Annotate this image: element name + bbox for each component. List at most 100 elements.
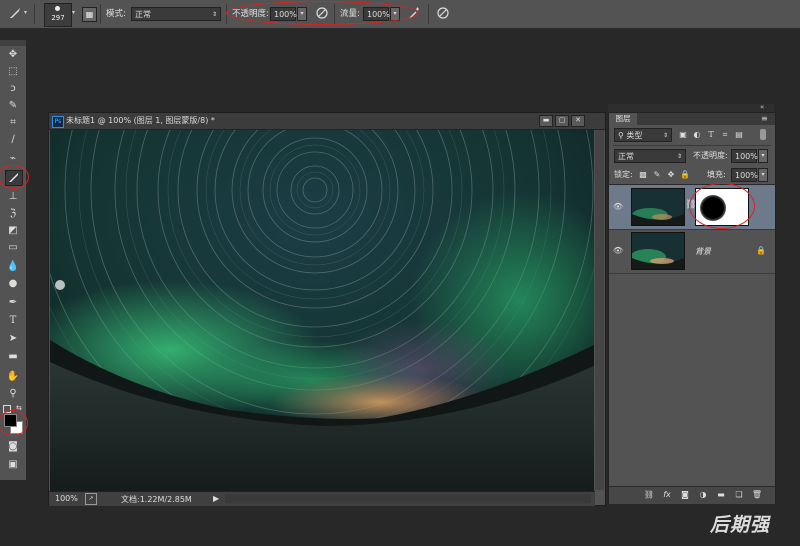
path-selection-tool-icon[interactable]: ➤	[5, 332, 21, 346]
fill-input[interactable]: 100%	[731, 168, 758, 182]
filter-pixel-icon[interactable]: ▣	[677, 129, 689, 141]
lock-image-icon[interactable]: ✎	[651, 169, 663, 181]
brush-size-value: 297	[51, 14, 65, 22]
new-layer-icon[interactable]: ❏	[733, 489, 745, 501]
lock-all-icon[interactable]: 🔒	[679, 169, 691, 181]
lasso-tool-icon[interactable]: ↄ	[5, 82, 21, 96]
mode-select[interactable]: 正常 ⇕	[131, 7, 221, 21]
mode-select-value: 正常	[135, 10, 151, 19]
panel-menu-icon[interactable]: ≡	[761, 113, 768, 125]
history-brush-tool-icon[interactable]: ℨ	[5, 207, 21, 221]
crop-tool-icon[interactable]: ⌗	[5, 116, 21, 130]
panel-collapse-bar[interactable]: «	[608, 103, 774, 112]
lock-transparent-icon[interactable]: ▩	[637, 169, 649, 181]
ps-logo-icon: Ps	[52, 116, 64, 128]
vertical-scrollbar[interactable]	[595, 130, 604, 490]
eyedropper-tool-icon[interactable]: ∕	[5, 133, 21, 147]
clone-stamp-tool-icon[interactable]: ⊥	[5, 190, 21, 204]
background-lock-icon: 🔒	[756, 246, 766, 255]
brush-tool-preset-icon[interactable]	[8, 6, 22, 20]
new-group-icon[interactable]: ▬	[715, 489, 727, 501]
type-tool-icon[interactable]: T	[5, 314, 21, 328]
highlight-ellipse-options	[226, 1, 419, 25]
quick-mask-icon[interactable]: ◙	[5, 440, 21, 454]
delete-layer-icon[interactable]: 🗑	[751, 489, 763, 501]
mode-label: 模式:	[106, 9, 126, 19]
tools-panel: ✥ ⬚ ↄ ✎ ⌗ ∕ ⌁ ⊥ ℨ ◩ ▭ 💧 ● ✒ T ➤ ▬ ✋ ⚲ ⇆ …	[0, 40, 29, 480]
brush-panel-toggle-icon[interactable]: ▦	[82, 7, 97, 22]
image-canvas[interactable]	[50, 130, 594, 493]
background-thumbnail[interactable]	[631, 232, 685, 270]
toolbar-grip[interactable]	[0, 40, 26, 46]
adjustment-layer-icon[interactable]: ◑	[697, 489, 709, 501]
layer-thumbnail[interactable]	[631, 188, 685, 226]
layer-opacity-input[interactable]: 100%	[731, 149, 758, 163]
layers-panel: 图层 ≡ ⚲ 类型 ⇕ ▣ ◐ T ⌗ ▤ 正常 ⇕ 不透明度: 100% ▾ …	[608, 112, 776, 504]
screen-mode-icon[interactable]: ▣	[5, 458, 21, 472]
collapse-panels-icon[interactable]: «	[760, 103, 764, 111]
restore-button[interactable]: ▢	[555, 115, 569, 127]
hand-tool-icon[interactable]: ✋	[5, 370, 21, 384]
layer-visibility-eye-icon[interactable]: 👁	[612, 201, 624, 213]
blur-tool-icon[interactable]: 💧	[5, 260, 21, 274]
brush-tip-dot-icon	[55, 6, 60, 11]
eraser-tool-icon[interactable]: ◩	[5, 224, 21, 238]
background-layer-name[interactable]: 背景	[695, 246, 711, 257]
layers-panel-footer: ⛓ fx ◙ ◑ ▬ ❏ 🗑	[609, 486, 775, 504]
zoom-tool-icon[interactable]: ⚲	[5, 387, 21, 401]
brush-preset-dropdown-icon[interactable]: ▾	[72, 9, 75, 16]
star-trail-photo	[50, 130, 594, 493]
close-button[interactable]: ✕	[571, 115, 585, 127]
filter-toggle-switch[interactable]	[760, 129, 766, 140]
pen-tool-icon[interactable]: ✒	[5, 296, 21, 310]
document-window: Ps 未标题1 @ 100% (图层 1, 图层蒙版/8) * ▬ ▢ ✕ 10…	[48, 112, 606, 506]
right-dock-strip	[776, 104, 800, 502]
layer-row-background[interactable]: 👁 背景 🔒	[609, 229, 775, 274]
quick-selection-tool-icon[interactable]: ✎	[5, 99, 21, 113]
options-bar: ▾ 297 ▾ ▦ 模式: 正常 ⇕ 不透明度: 100% ▾ 流量: 100%…	[0, 0, 800, 29]
layer-opacity-label: 不透明度:	[693, 151, 728, 160]
watermark-logo: 后期强	[710, 514, 771, 536]
horizontal-scrollbar[interactable]	[225, 494, 591, 503]
filter-arrow-icon: ⇕	[662, 132, 668, 139]
blend-mode-arrow-icon: ⇕	[676, 153, 682, 160]
background-visibility-eye-icon[interactable]: 👁	[612, 245, 624, 257]
marquee-tool-icon[interactable]: ⬚	[5, 65, 21, 79]
highlight-ellipse-colors	[0, 410, 28, 436]
brush-preset-picker[interactable]: 297	[44, 3, 72, 27]
share-icon[interactable]: ↗	[85, 493, 97, 505]
move-tool-icon[interactable]: ✥	[5, 48, 21, 62]
layer-style-fx-icon[interactable]: fx	[661, 489, 673, 501]
blend-mode-select[interactable]: 正常 ⇕	[614, 149, 686, 163]
fill-label: 填充:	[707, 170, 726, 179]
add-mask-icon[interactable]: ◙	[679, 489, 691, 501]
tab-layers[interactable]: 图层	[609, 113, 637, 125]
minimize-button[interactable]: ▬	[539, 115, 553, 127]
filter-adjustment-icon[interactable]: ◐	[691, 129, 703, 141]
gradient-tool-icon[interactable]: ▭	[5, 241, 21, 255]
zoom-level[interactable]: 100%	[55, 494, 78, 503]
filter-smart-object-icon[interactable]: ▤	[733, 129, 745, 141]
layer-row-1[interactable]: 👁 ⛓	[609, 183, 775, 230]
blend-mode-value: 正常	[618, 152, 634, 161]
document-title: 未标题1 @ 100% (图层 1, 图层蒙版/8) *	[66, 116, 215, 125]
link-layers-icon[interactable]: ⛓	[643, 489, 655, 501]
layers-tab-bar: 图层 ≡	[609, 113, 775, 125]
dodge-tool-icon[interactable]: ●	[5, 277, 21, 291]
fill-dropdown-icon[interactable]: ▾	[758, 168, 768, 182]
document-title-bar[interactable]: Ps 未标题1 @ 100% (图层 1, 图层蒙版/8) * ▬ ▢ ✕	[49, 113, 605, 130]
lock-position-icon[interactable]: ✥	[665, 169, 677, 181]
lock-label: 锁定:	[614, 170, 633, 179]
pressure-size-icon[interactable]	[436, 6, 450, 20]
filter-shape-icon[interactable]: ⌗	[719, 129, 731, 141]
mode-select-arrow-icon: ⇕	[211, 11, 217, 18]
layer-filter-select[interactable]: ⚲ 类型 ⇕	[614, 128, 672, 142]
rectangle-tool-icon[interactable]: ▬	[5, 350, 21, 364]
document-size-info: 文档:1.22M/2.85M	[121, 495, 192, 504]
layer-opacity-dropdown-icon[interactable]: ▾	[758, 149, 768, 163]
filter-type-icon[interactable]: T	[705, 129, 717, 141]
layers-list: 👁 ⛓ 👁 背景 🔒	[609, 183, 775, 481]
tool-preset-dropdown-icon[interactable]: ▾	[24, 9, 27, 16]
status-menu-arrow-icon[interactable]: ▶	[213, 494, 219, 503]
healing-brush-tool-icon[interactable]: ⌁	[5, 152, 21, 166]
